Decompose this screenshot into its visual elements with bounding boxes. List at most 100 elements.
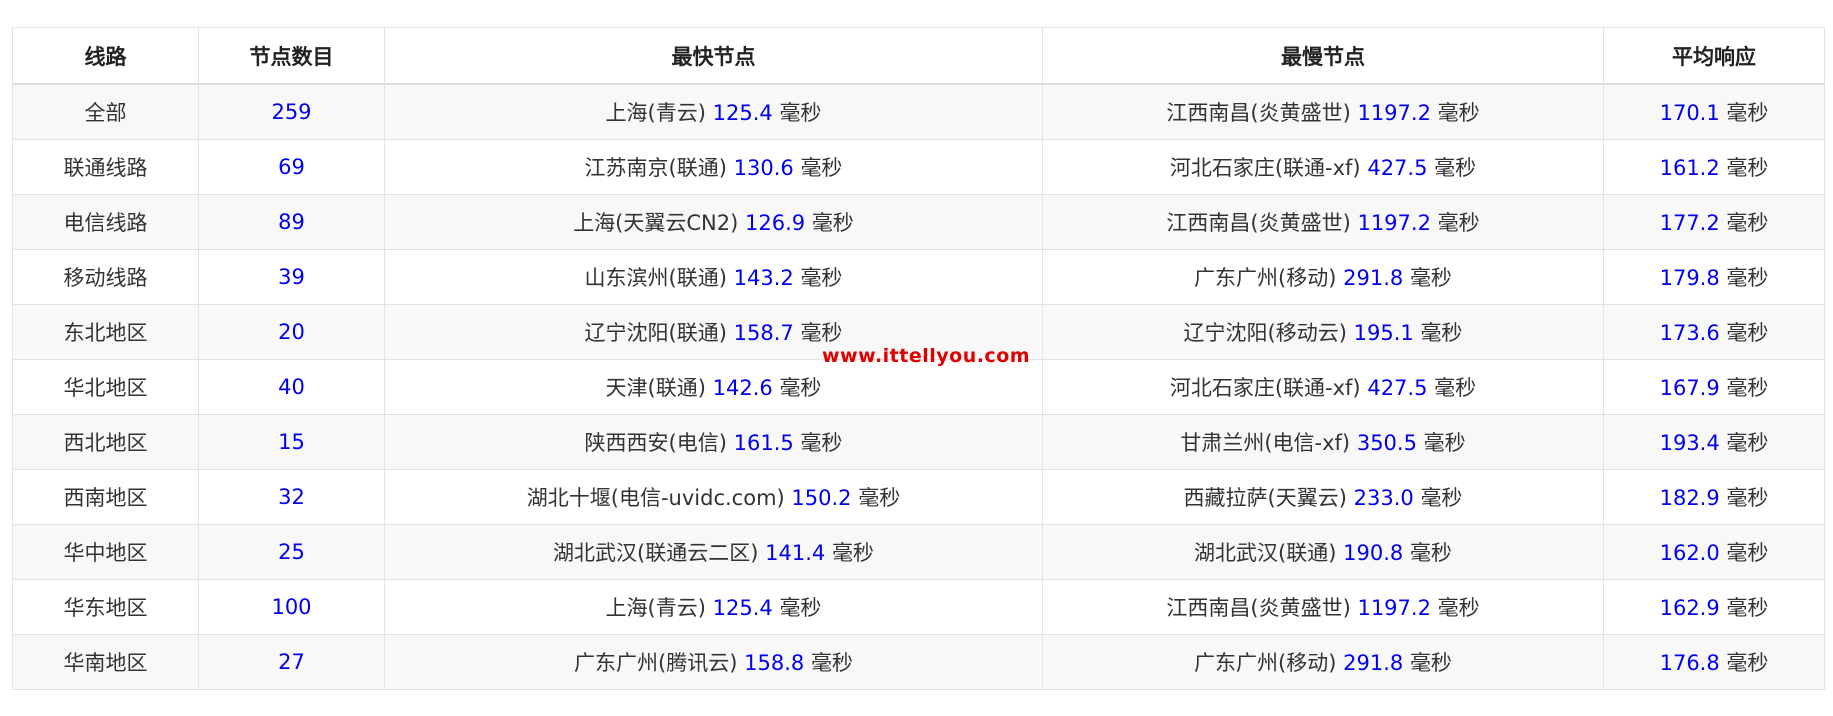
table-row: 华南地区 27 广东广州(腾讯云) 158.8 毫秒 广东广州(移动) 291.8 毫… <box>12 634 1825 690</box>
cell-slowest-node: 甘肃兰州(电信-xf) 350.5 毫秒 <box>1042 414 1604 470</box>
slowest-node-latency: 350.5 <box>1356 431 1417 455</box>
header-slowest-node: 最慢节点 <box>1042 27 1604 85</box>
latency-unit: 毫秒 <box>1726 266 1769 290</box>
fastest-node-latency: 142.6 <box>712 376 773 400</box>
cell-average-response: 170.1 毫秒 <box>1603 83 1825 140</box>
latency-unit: 毫秒 <box>1420 486 1463 510</box>
fastest-node-name: 上海(青云) <box>605 101 706 125</box>
latency-unit: 毫秒 <box>779 376 822 400</box>
cell-route: 移动线路 <box>12 249 199 305</box>
slowest-node-latency: 291.8 <box>1343 651 1404 675</box>
slowest-node-latency: 427.5 <box>1367 156 1428 180</box>
cell-route: 西南地区 <box>12 469 199 525</box>
latency-unit: 毫秒 <box>1726 486 1769 510</box>
cell-average-response: 162.9 毫秒 <box>1603 579 1825 635</box>
slowest-node-name: 江西南昌(炎黄盛世) <box>1166 101 1351 125</box>
fastest-node-name: 山东滨州(联通) <box>584 266 727 290</box>
latency-unit: 毫秒 <box>800 321 843 345</box>
cell-fastest-node: 江苏南京(联通) 130.6 毫秒 <box>384 139 1043 195</box>
latency-unit: 毫秒 <box>1726 431 1769 455</box>
slowest-node-name: 甘肃兰州(电信-xf) <box>1180 431 1351 455</box>
cell-average-response: 167.9 毫秒 <box>1603 359 1825 415</box>
cell-node-count: 69 <box>198 139 385 195</box>
cell-node-count: 20 <box>198 304 385 360</box>
fastest-node-name: 上海(青云) <box>605 596 706 620</box>
table-row: 全部 259 上海(青云) 125.4 毫秒 江西南昌(炎黄盛世) 1197.2 毫秒… <box>12 83 1825 140</box>
fastest-node-name: 湖北十堰(电信-uvidc.com) <box>526 486 785 510</box>
slowest-node-name: 江西南昌(炎黄盛世) <box>1166 211 1351 235</box>
table-row: 移动线路 39 山东滨州(联通) 143.2 毫秒 广东广州(移动) 291.8 毫秒… <box>12 249 1825 305</box>
latency-unit: 毫秒 <box>1726 376 1769 400</box>
header-average-response: 平均响应 <box>1603 27 1825 85</box>
latency-unit: 毫秒 <box>811 211 854 235</box>
header-node-count: 节点数目 <box>198 27 385 85</box>
fastest-node-latency: 161.5 <box>733 431 794 455</box>
average-latency: 176.8 <box>1659 651 1720 675</box>
latency-unit: 毫秒 <box>1437 596 1480 620</box>
latency-unit: 毫秒 <box>1423 431 1466 455</box>
latency-unit: 毫秒 <box>1409 266 1452 290</box>
fastest-node-latency: 141.4 <box>765 541 826 565</box>
average-latency: 162.0 <box>1659 541 1720 565</box>
cell-average-response: 193.4 毫秒 <box>1603 414 1825 470</box>
slowest-node-name: 西藏拉萨(天翼云) <box>1183 486 1347 510</box>
latency-unit: 毫秒 <box>1437 211 1480 235</box>
fastest-node-latency: 143.2 <box>733 266 794 290</box>
latency-unit: 毫秒 <box>1409 651 1452 675</box>
latency-unit: 毫秒 <box>1434 376 1477 400</box>
latency-unit: 毫秒 <box>831 541 874 565</box>
latency-unit: 毫秒 <box>1726 321 1769 345</box>
cell-route: 东北地区 <box>12 304 199 360</box>
cell-average-response: 173.6 毫秒 <box>1603 304 1825 360</box>
cell-route: 华中地区 <box>12 524 199 580</box>
cell-average-response: 161.2 毫秒 <box>1603 139 1825 195</box>
cell-slowest-node: 河北石家庄(联通-xf) 427.5 毫秒 <box>1042 359 1604 415</box>
cell-fastest-node: 天津(联通) 142.6 毫秒 <box>384 359 1043 415</box>
average-latency: 193.4 <box>1659 431 1720 455</box>
average-latency: 173.6 <box>1659 321 1720 345</box>
header-route: 线路 <box>12 27 199 85</box>
slowest-node-latency: 1197.2 <box>1357 596 1431 620</box>
latency-unit: 毫秒 <box>1726 541 1769 565</box>
watermark-text: www.ittellyou.com <box>822 345 1031 367</box>
latency-unit: 毫秒 <box>779 101 822 125</box>
fastest-node-name: 上海(天翼云CN2) <box>573 211 739 235</box>
fastest-node-latency: 158.7 <box>733 321 794 345</box>
fastest-node-latency: 125.4 <box>712 101 773 125</box>
cell-route: 电信线路 <box>12 194 199 250</box>
average-latency: 177.2 <box>1659 211 1720 235</box>
cell-fastest-node: 湖北武汉(联通云二区) 141.4 毫秒 <box>384 524 1043 580</box>
fastest-node-latency: 125.4 <box>712 596 773 620</box>
fastest-node-name: 陕西西安(电信) <box>584 431 727 455</box>
cell-slowest-node: 江西南昌(炎黄盛世) 1197.2 毫秒 <box>1042 83 1604 140</box>
average-latency: 162.9 <box>1659 596 1720 620</box>
fastest-node-latency: 158.8 <box>744 651 805 675</box>
slowest-node-name: 江西南昌(炎黄盛世) <box>1166 596 1351 620</box>
cell-node-count: 100 <box>198 579 385 635</box>
cell-node-count: 32 <box>198 469 385 525</box>
table-row: 华北地区 40 天津(联通) 142.6 毫秒 河北石家庄(联通-xf) 427.5 … <box>12 359 1825 415</box>
header-fastest-node: 最快节点 <box>384 27 1043 85</box>
slowest-node-name: 广东广州(移动) <box>1194 651 1337 675</box>
cell-node-count: 259 <box>198 83 385 140</box>
cell-fastest-node: 湖北十堰(电信-uvidc.com) 150.2 毫秒 <box>384 469 1043 525</box>
slowest-node-name: 辽宁沈阳(移动云) <box>1183 321 1347 345</box>
average-latency: 167.9 <box>1659 376 1720 400</box>
cell-average-response: 177.2 毫秒 <box>1603 194 1825 250</box>
slowest-node-name: 广东广州(移动) <box>1194 266 1337 290</box>
latency-unit: 毫秒 <box>1726 211 1769 235</box>
cell-node-count: 27 <box>198 634 385 690</box>
fastest-node-name: 广东广州(腾讯云) <box>574 651 738 675</box>
average-latency: 161.2 <box>1659 156 1720 180</box>
latency-unit: 毫秒 <box>1409 541 1452 565</box>
average-latency: 170.1 <box>1659 101 1720 125</box>
cell-fastest-node: 广东广州(腾讯云) 158.8 毫秒 <box>384 634 1043 690</box>
latency-unit: 毫秒 <box>800 156 843 180</box>
fastest-node-latency: 130.6 <box>733 156 794 180</box>
cell-slowest-node: 西藏拉萨(天翼云) 233.0 毫秒 <box>1042 469 1604 525</box>
table-row: 电信线路 89 上海(天翼云CN2) 126.9 毫秒 江西南昌(炎黄盛世) 1197… <box>12 194 1825 250</box>
cell-node-count: 40 <box>198 359 385 415</box>
table-row: 西北地区 15 陕西西安(电信) 161.5 毫秒 甘肃兰州(电信-xf) 350.5… <box>12 414 1825 470</box>
slowest-node-latency: 1197.2 <box>1357 101 1431 125</box>
slowest-node-latency: 291.8 <box>1343 266 1404 290</box>
